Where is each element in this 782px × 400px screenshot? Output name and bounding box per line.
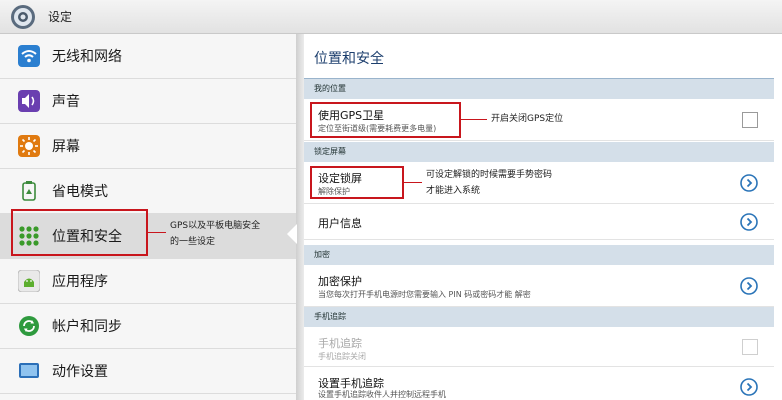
annotation-connector xyxy=(148,232,166,233)
settings-detail-panel: 位置和安全 我的位置 使用GPS卫星 定位至街道级(需要耗费更多电量) 锁定屏幕… xyxy=(304,34,782,400)
section-header-phone-tracking: 手机追踪 xyxy=(304,307,774,327)
annotation-gps: 开启关闭GPS定位 xyxy=(491,114,564,124)
setting-row-phone-tracking[interactable]: 手机追踪 手机追踪关闭 xyxy=(304,327,774,367)
settings-gear-icon xyxy=(11,4,35,29)
sidebar-item-applications[interactable]: 应用程序 xyxy=(0,259,296,304)
chevron-right-icon[interactable] xyxy=(740,277,758,295)
annotation-screen-lock: 可设定解锁的时候需要手势密码 才能进入系统 xyxy=(426,167,552,199)
row-subtitle: 当您每次打开手机电源时您需要输入 PIN 码或密码才能 解密 xyxy=(318,290,531,299)
setting-row-tracking-setup[interactable]: 设置手机追踪 设置手机追踪收件人并控制远程手机 xyxy=(304,367,774,400)
sync-icon xyxy=(18,315,40,337)
annotation-line: 的一些设定 xyxy=(170,237,216,247)
highlight-screen-lock-row xyxy=(310,166,404,199)
row-title: 加密保护 xyxy=(318,275,362,288)
sidebar-item-label: 帐户和同步 xyxy=(52,319,122,335)
row-title: 用户信息 xyxy=(318,217,362,230)
selection-notch xyxy=(287,224,297,244)
sidebar-item-label: 应用程序 xyxy=(52,274,108,290)
title-bar: 设定 xyxy=(0,0,782,34)
setting-row-encryption[interactable]: 加密保护 当您每次打开手机电源时您需要输入 PIN 码或密码才能 解密 xyxy=(304,265,774,307)
sidebar-item-label: 省电模式 xyxy=(52,184,108,200)
highlight-gps-row xyxy=(310,102,461,138)
pane-divider xyxy=(296,34,304,400)
sidebar-item-sound[interactable]: 声音 xyxy=(0,79,296,124)
sidebar-item-label: 屏幕 xyxy=(52,139,80,155)
battery-saver-icon xyxy=(18,180,40,202)
row-subtitle: 手机追踪关闭 xyxy=(318,352,366,361)
annotation-line: 可设定解锁的时候需要手势密码 xyxy=(426,170,553,180)
sidebar-item-display[interactable]: 屏幕 xyxy=(0,124,296,169)
sidebar-item-motion[interactable]: 动作设置 xyxy=(0,349,296,394)
brightness-icon xyxy=(18,135,40,157)
row-subtitle: 设置手机追踪收件人并控制远程手机 xyxy=(318,390,446,399)
annotation-connector xyxy=(461,119,487,120)
wifi-icon xyxy=(18,45,40,67)
section-header-encryption: 加密 xyxy=(304,245,774,265)
sidebar-item-label: 无线和网络 xyxy=(52,49,122,65)
highlight-location-security xyxy=(11,209,148,256)
chevron-right-icon[interactable] xyxy=(740,378,758,396)
chevron-right-icon[interactable] xyxy=(740,174,758,192)
panel-title: 位置和安全 xyxy=(314,51,384,67)
sidebar-item-label: 声音 xyxy=(52,94,80,110)
sidebar-item-wireless[interactable]: 无线和网络 xyxy=(0,34,296,79)
sidebar-item-label: 动作设置 xyxy=(52,364,108,380)
annotation-line: 才能进入系统 xyxy=(426,186,481,196)
setting-row-owner-info[interactable]: 用户信息 xyxy=(304,204,774,240)
tracking-checkbox[interactable] xyxy=(742,339,758,355)
android-app-icon xyxy=(18,270,40,292)
chevron-right-icon[interactable] xyxy=(740,213,758,231)
speaker-icon xyxy=(18,90,40,112)
section-header-my-location: 我的位置 xyxy=(304,79,774,99)
annotation-line: GPS以及平板电脑安全 xyxy=(170,221,261,231)
section-header-screen-lock: 锁定屏幕 xyxy=(304,142,774,162)
annotation-location-security: GPS以及平板电脑安全 的一些设定 xyxy=(170,218,260,250)
gps-checkbox[interactable] xyxy=(742,112,758,128)
window-title: 设定 xyxy=(48,10,73,24)
sidebar-item-power-saving[interactable]: 省电模式 xyxy=(0,169,296,214)
row-title: 手机追踪 xyxy=(318,337,362,350)
sidebar-item-accounts-sync[interactable]: 帐户和同步 xyxy=(0,304,296,349)
annotation-connector xyxy=(404,182,422,183)
screen-motion-icon xyxy=(18,360,40,382)
